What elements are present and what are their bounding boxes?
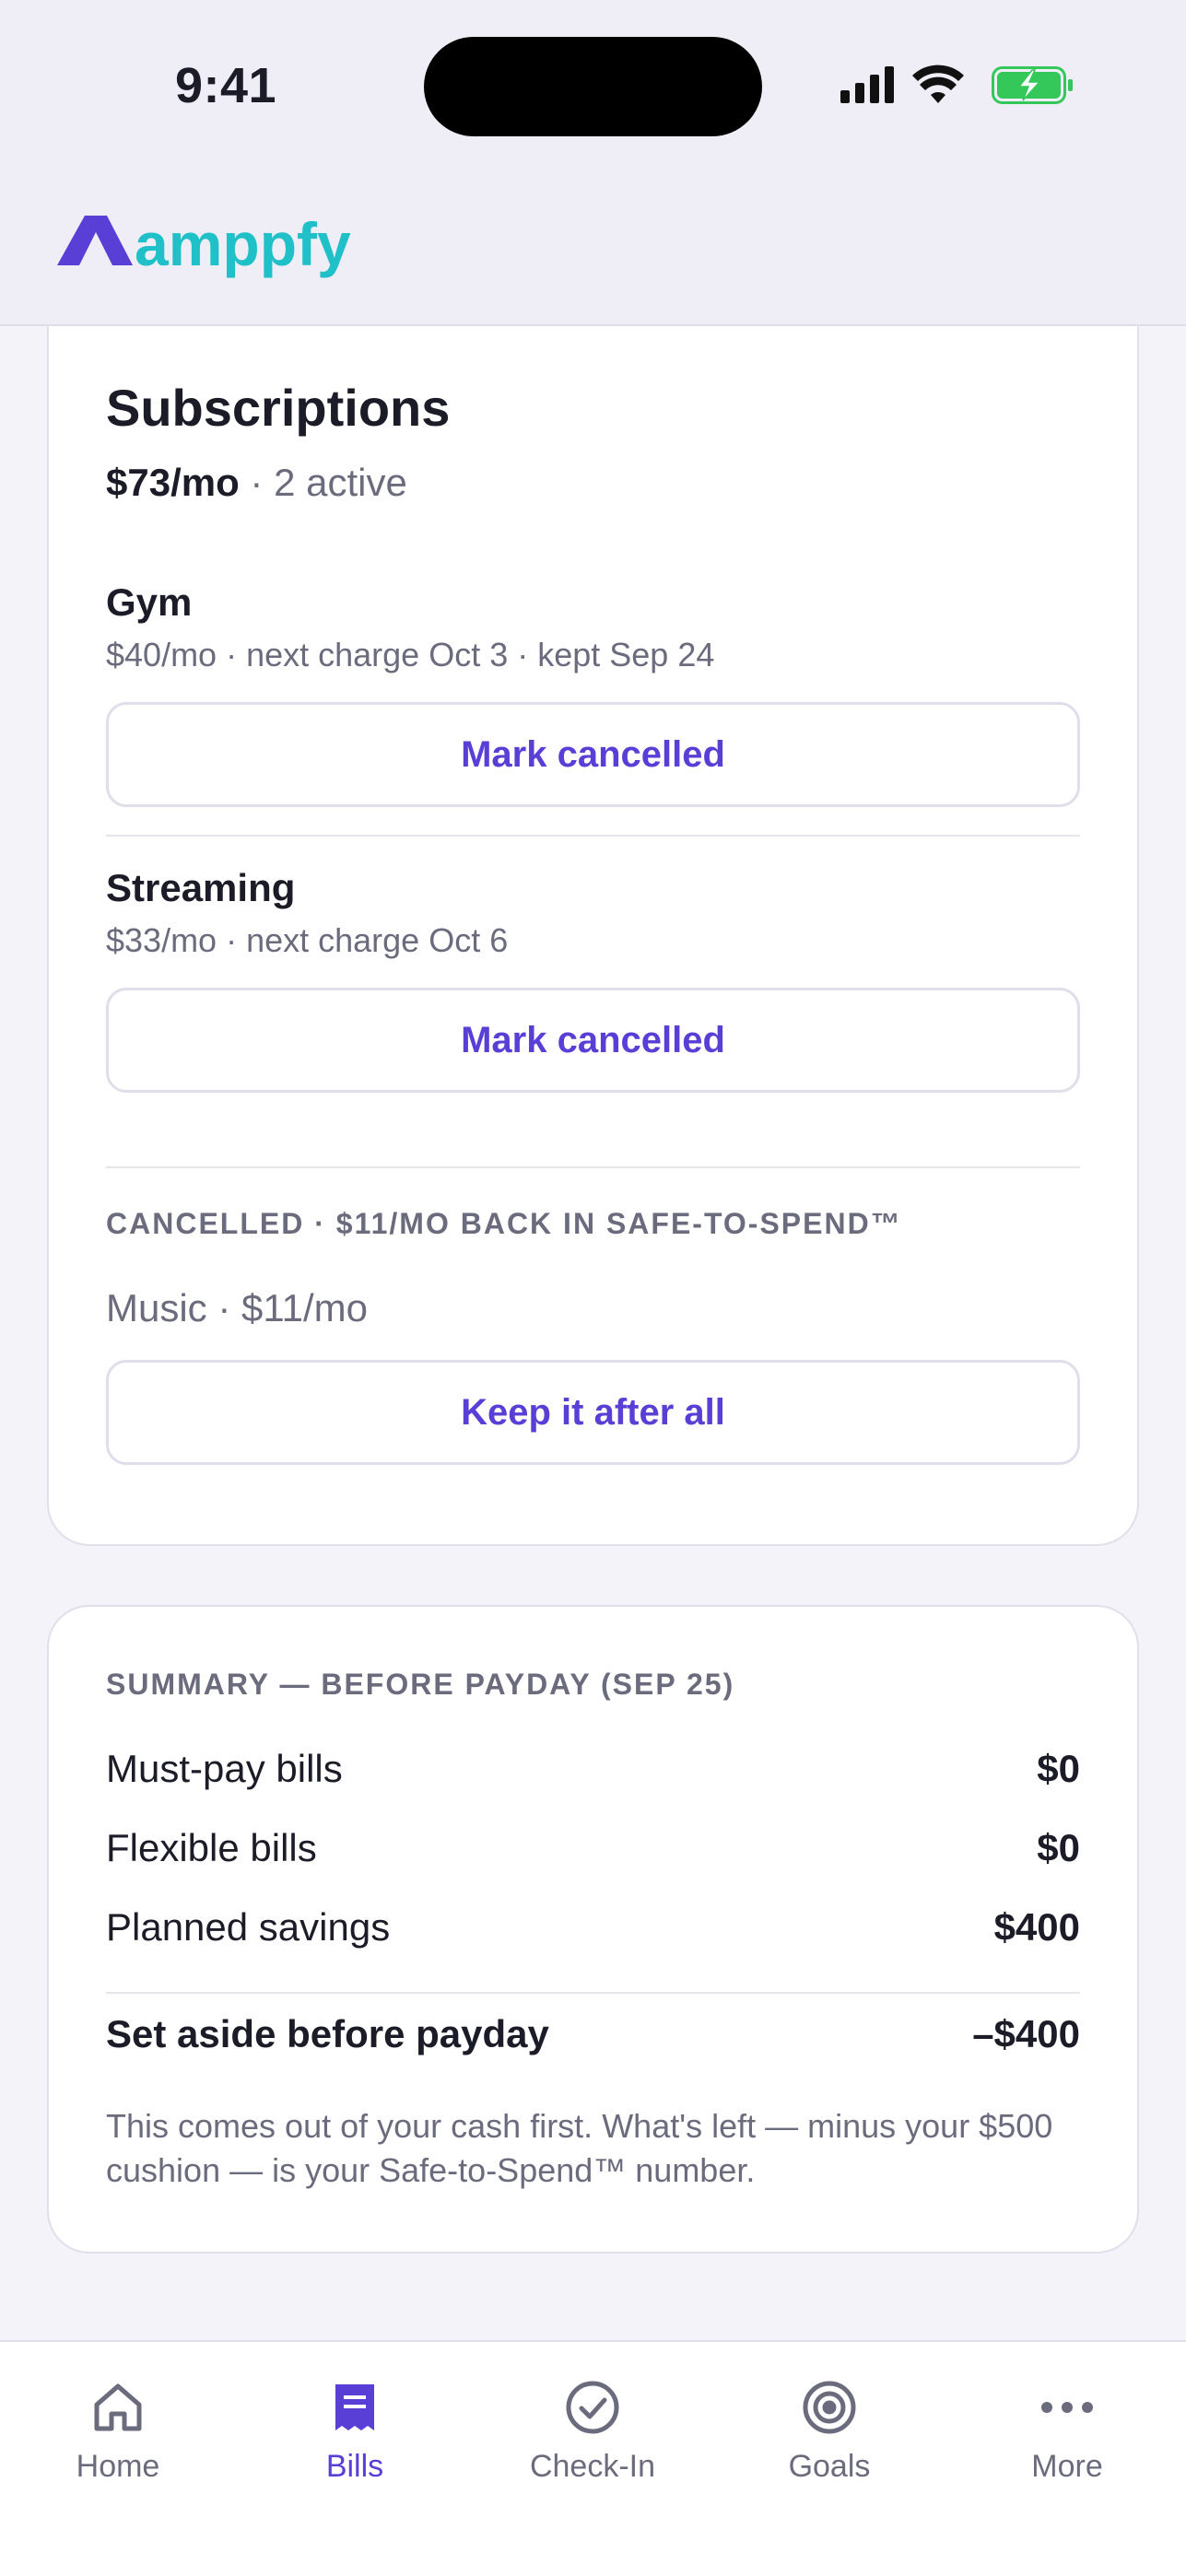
tab-goals[interactable]: Goals (737, 2377, 922, 2485)
subscription-name: Gym (106, 580, 193, 624)
summary-row: Flexible bills $0 (106, 1826, 1080, 1870)
goals-icon (799, 2377, 860, 2438)
subscriptions-total: $73/mo · 2 active (106, 461, 407, 505)
check-in-icon (562, 2377, 623, 2438)
subscriptions-title: Subscriptions (106, 379, 451, 437)
battery-charging-icon (992, 66, 1073, 104)
divider (106, 1166, 1080, 1168)
top-bar: 9:41 amppfy (0, 0, 1186, 326)
subscriptions-total-amount: $73/mo (106, 461, 240, 504)
cancelled-heading: CANCELLED · $11/MO BACK IN SAFE-TO-SPEND… (106, 1207, 902, 1240)
status-icons (839, 63, 1078, 109)
summary-total-label: Set aside before payday (106, 2012, 549, 2055)
status-time: 9:41 (175, 58, 277, 113)
summary-row-value: $0 (1037, 1826, 1080, 1869)
mark-cancelled-gym-button[interactable]: Mark cancelled (106, 702, 1080, 807)
summary-row-value: $400 (993, 1905, 1080, 1949)
dynamic-island (424, 37, 762, 136)
summary-row: Must-pay bills $0 (106, 1747, 1080, 1791)
summary-card: SUMMARY — BEFORE PAYDAY (SEP 25) Must-pa… (47, 1605, 1139, 2254)
more-icon (1037, 2377, 1098, 2438)
divider (106, 1992, 1080, 1994)
tab-label: More (1031, 2449, 1103, 2484)
cellular-signal-icon (840, 66, 894, 103)
subscription-meta: $33/mo · next charge Oct 6 (106, 921, 509, 959)
summary-heading: SUMMARY — BEFORE PAYDAY (SEP 25) (106, 1668, 735, 1701)
summary-total-row: Set aside before payday –$400 (106, 2012, 1080, 2056)
tab-label: Home (76, 2449, 160, 2484)
mark-cancelled-streaming-button[interactable]: Mark cancelled (106, 988, 1080, 1093)
bills-icon (324, 2377, 385, 2438)
home-icon (88, 2377, 148, 2438)
tab-label: Check-In (529, 2449, 656, 2484)
subscriptions-card: Subscriptions $73/mo · 2 active Gym $40/… (47, 304, 1139, 1546)
keep-it-button[interactable]: Keep it after all (106, 1360, 1080, 1465)
summary-row-label: Planned savings (106, 1905, 391, 1949)
summary-row-label: Flexible bills (106, 1826, 317, 1869)
bottom-tab-bar: Home Bills Check-In Goals More (0, 2340, 1186, 2576)
tab-label: Goals (788, 2449, 871, 2484)
tab-bills[interactable]: Bills (263, 2377, 447, 2485)
divider (106, 835, 1080, 837)
subscriptions-active-count: · 2 active (239, 461, 407, 504)
subscription-name: Streaming (106, 866, 296, 909)
summary-note: This comes out of your cash first. What'… (106, 2107, 1053, 2189)
tab-check-in[interactable]: Check-In (500, 2377, 685, 2485)
tab-more[interactable]: More (975, 2377, 1159, 2485)
wifi-icon (912, 64, 964, 103)
summary-row-value: $0 (1037, 1747, 1080, 1790)
logo-wordmark: amppfy (135, 210, 351, 278)
amppfy-logo[interactable]: amppfy (55, 210, 369, 280)
summary-total-value: –$400 (972, 2012, 1080, 2055)
tab-home[interactable]: Home (26, 2377, 210, 2485)
summary-row: Planned savings $400 (106, 1905, 1080, 1950)
cancelled-item: Music · $11/mo (106, 1286, 368, 1329)
tab-label: Bills (325, 2449, 384, 2484)
summary-row-label: Must-pay bills (106, 1747, 343, 1790)
subscription-meta: $40/mo · next charge Oct 3 · kept Sep 24 (106, 636, 715, 673)
